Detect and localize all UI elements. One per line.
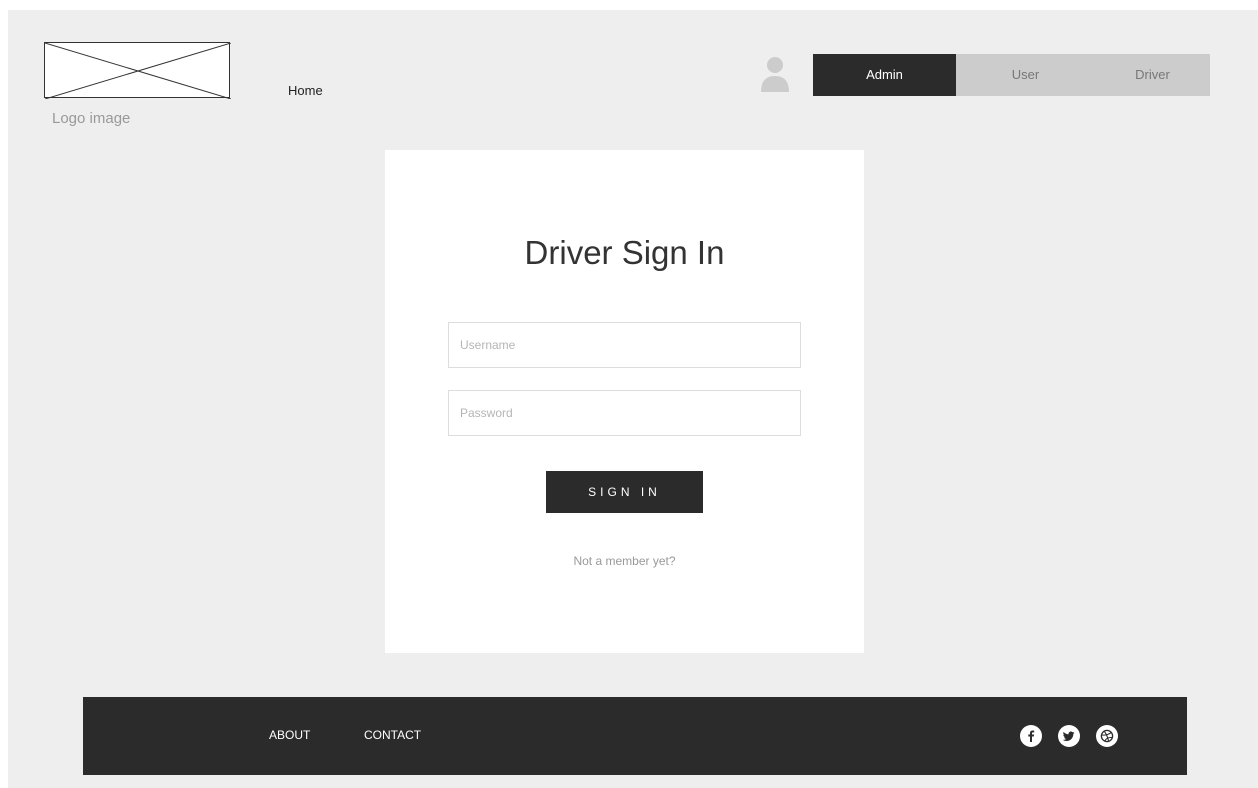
dribbble-icon[interactable] bbox=[1096, 725, 1118, 747]
page-title: Driver Sign In bbox=[524, 234, 725, 271]
footer: ABOUT CONTACT bbox=[83, 697, 1187, 775]
tab-driver[interactable]: Driver bbox=[1095, 54, 1210, 96]
tab-admin[interactable]: Admin bbox=[813, 54, 956, 96]
role-tabs: Admin User Driver bbox=[813, 54, 1210, 96]
logo-image-placeholder[interactable] bbox=[44, 42, 231, 99]
tab-user[interactable]: User bbox=[956, 54, 1095, 96]
not-member-link[interactable]: Not a member yet? bbox=[385, 554, 864, 568]
logo-caption: Logo image bbox=[52, 110, 131, 127]
signin-button[interactable]: SIGN IN bbox=[546, 471, 703, 513]
username-input[interactable] bbox=[448, 322, 801, 368]
footer-contact-link[interactable]: CONTACT bbox=[364, 728, 421, 742]
nav-home-link[interactable]: Home bbox=[288, 83, 323, 98]
signin-card: Driver Sign In SIGN IN Not a member yet? bbox=[385, 150, 864, 653]
twitter-icon[interactable] bbox=[1058, 725, 1080, 747]
password-input[interactable] bbox=[448, 390, 801, 436]
user-avatar-icon[interactable] bbox=[758, 56, 792, 92]
image-placeholder-icon bbox=[45, 43, 231, 99]
page-canvas: Logo image Home Admin User Driver Driver… bbox=[8, 10, 1258, 788]
facebook-icon[interactable] bbox=[1020, 725, 1042, 747]
footer-about-link[interactable]: ABOUT bbox=[269, 728, 310, 742]
